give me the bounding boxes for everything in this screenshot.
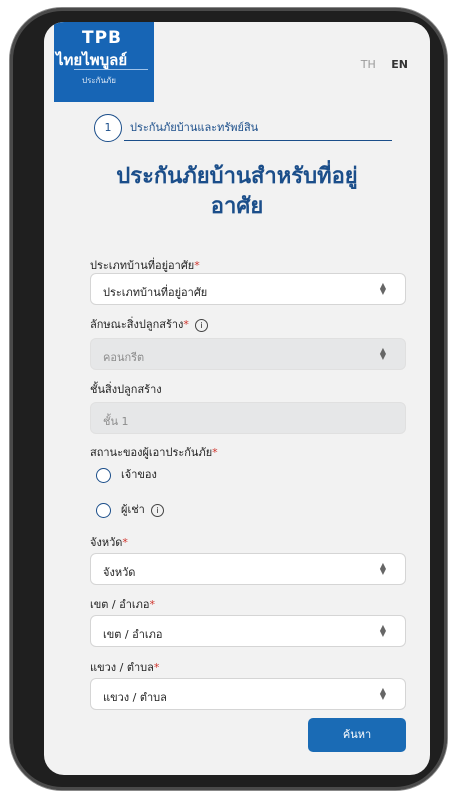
house-type-select[interactable]: ประเภทบ้านที่อยู่อาศัย ▲ ▼ — [90, 273, 406, 305]
floor-label: ชั้นสิ่งปลูกสร้าง — [90, 380, 162, 398]
radio-circle[interactable] — [96, 467, 111, 483]
house-type-value: ประเภทบ้านที่อยู่อาศัย — [103, 286, 208, 299]
logo-tagline: ประกันภัย — [82, 76, 116, 85]
floor-input[interactable]: ชั้น 1 — [90, 402, 406, 434]
lang-th-link[interactable]: TH — [361, 58, 376, 71]
construction-label: ลักษณะสิ่งปลูกสร้าง* i — [90, 315, 208, 333]
subdistrict-value: แขวง / ตำบล — [103, 691, 167, 704]
construction-value: คอนกรีต — [103, 351, 145, 364]
chevron-updown-icon: ▲ ▼ — [379, 346, 387, 361]
required-mark: * — [212, 446, 218, 459]
logo-divider — [74, 69, 148, 70]
required-mark: * — [149, 598, 156, 611]
province-label-text: จังหวัด — [90, 536, 123, 549]
radio-tenant-label: ผู้เช่า — [121, 503, 145, 516]
search-button[interactable]: ค้นหา — [308, 718, 406, 752]
radio-owner-label: เจ้าของ — [121, 468, 157, 481]
step-indicator: 1 ประกันภัยบ้านและทรัพย์สิน — [94, 112, 394, 146]
construction-select[interactable]: คอนกรีต ▲ ▼ — [90, 338, 406, 370]
chevron-updown-icon: ▲ ▼ — [379, 561, 387, 576]
chevron-updown-icon: ▲ ▼ — [379, 686, 387, 701]
district-select[interactable]: เขต / อำเภอ ▲ ▼ — [90, 615, 406, 647]
house-type-label: ประเภทบ้านที่อยู่อาศัย* — [90, 256, 200, 274]
construction-label-text: ลักษณะสิ่งปลูกสร้าง — [90, 318, 184, 331]
province-select[interactable]: จังหวัด ▲ ▼ — [90, 553, 406, 585]
district-label-text: เขต / อำเภอ — [90, 598, 150, 611]
tpb-logo[interactable]: TPB ไทยไพบูลย์ ประกันภัย — [54, 22, 154, 102]
page-title-line-2: อาศัย — [210, 194, 264, 219]
subdistrict-label-text: แขวง / ตำบล — [90, 661, 154, 674]
step-number: 1 — [94, 114, 122, 142]
floor-value: ชั้น 1 — [103, 415, 129, 428]
subdistrict-label: แขวง / ตำบล* — [90, 658, 159, 676]
lang-en-link[interactable]: EN — [391, 58, 408, 71]
district-value: เขต / อำเภอ — [103, 628, 163, 641]
info-icon[interactable]: i — [150, 503, 164, 517]
info-icon[interactable]: i — [194, 318, 208, 332]
province-value: จังหวัด — [103, 566, 136, 579]
phone-frame: TPB ไทยไพบูลย์ ประกันภัย TH EN 1 ประกันภ… — [10, 8, 447, 790]
language-switcher: TH EN — [361, 58, 408, 71]
required-mark: * — [153, 661, 160, 674]
step-underline — [124, 140, 392, 141]
page-title: ประกันภัยบ้านสำหรับที่อยู่ อาศัย — [44, 162, 430, 222]
status-label-text: สถานะของผู้เอาประกันภัย — [90, 446, 213, 459]
required-mark: * — [122, 536, 128, 549]
subdistrict-select[interactable]: แขวง / ตำบล ▲ ▼ — [90, 678, 406, 710]
page-title-line-1: ประกันภัยบ้านสำหรับที่อยู่ — [116, 164, 358, 189]
chevron-updown-icon: ▲ ▼ — [379, 623, 387, 638]
province-label: จังหวัด* — [90, 533, 128, 551]
header: TPB ไทยไพบูลย์ ประกันภัย TH EN — [44, 22, 430, 102]
chevron-updown-icon: ▲ ▼ — [379, 281, 387, 296]
step-label: ประกันภัยบ้านและทรัพย์สิน — [130, 121, 259, 134]
screen: TPB ไทยไพบูลย์ ประกันภัย TH EN 1 ประกันภ… — [44, 22, 430, 775]
required-mark: * — [194, 259, 200, 272]
house-type-label-text: ประเภทบ้านที่อยู่อาศัย — [90, 259, 195, 272]
status-label: สถานะของผู้เอาประกันภัย* — [90, 443, 218, 461]
floor-label-text: ชั้นสิ่งปลูกสร้าง — [90, 383, 162, 396]
district-label: เขต / อำเภอ* — [90, 595, 155, 613]
radio-circle[interactable] — [96, 502, 111, 518]
logo-text-top: TPB — [82, 28, 123, 48]
radio-owner[interactable]: เจ้าของ — [96, 465, 157, 483]
radio-tenant[interactable]: ผู้เช่า i — [96, 500, 164, 518]
required-mark: * — [183, 318, 189, 331]
